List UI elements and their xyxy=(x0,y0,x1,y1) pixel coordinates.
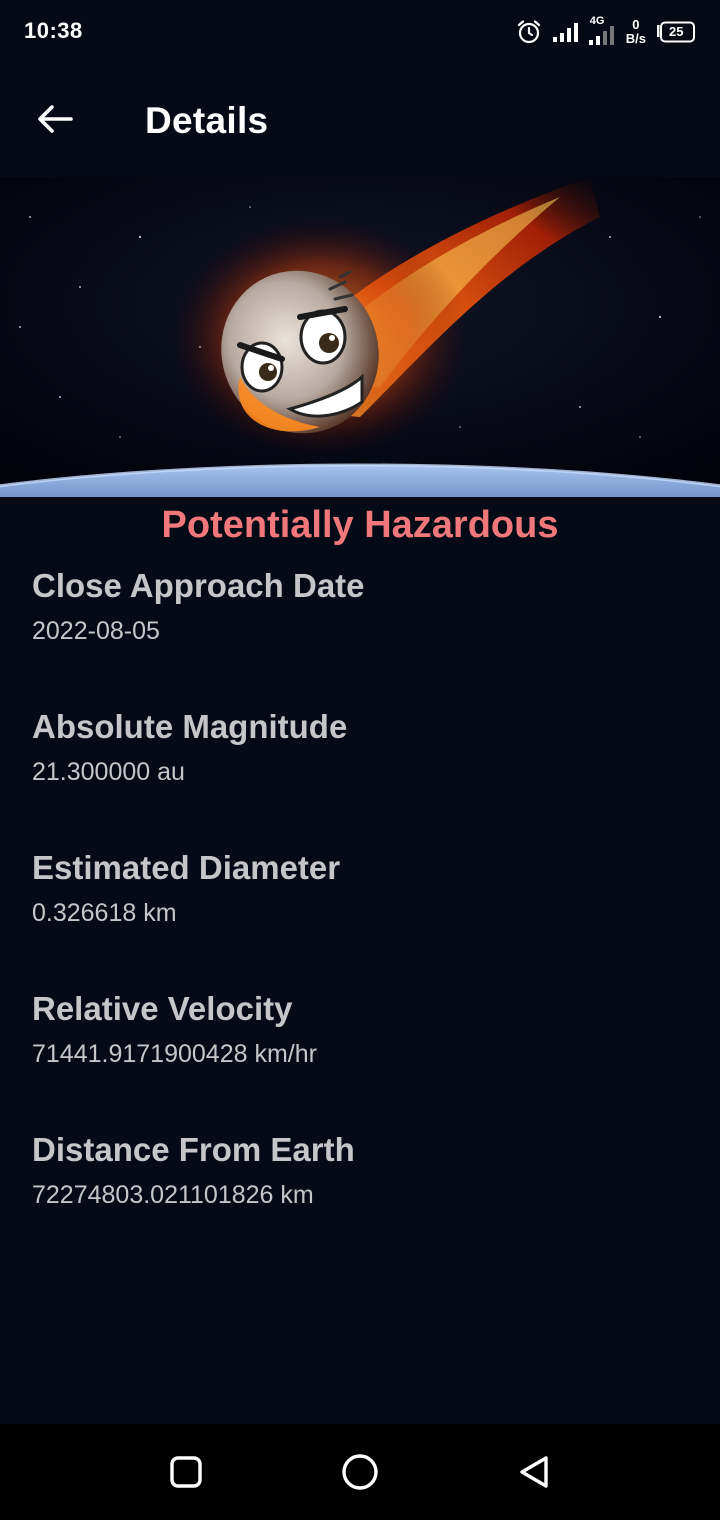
detail-label: Relative Velocity xyxy=(32,990,293,1027)
battery-level: 25 xyxy=(669,24,684,39)
detail-label: Distance From Earth xyxy=(32,1131,355,1168)
detail-label: Absolute Magnitude xyxy=(32,708,348,745)
net-speed-value: 0 xyxy=(632,17,640,32)
details-screen: 10:38 4G 0 B/s 25 Details Potentially Ha… xyxy=(0,0,720,1520)
alarm-icon xyxy=(516,19,542,45)
detail-label: Estimated Diameter xyxy=(32,849,341,886)
system-nav-bar xyxy=(0,1424,720,1520)
status-bar: 10:38 4G 0 B/s 25 xyxy=(0,0,720,66)
back-button[interactable] xyxy=(26,92,84,150)
detail-value: 0.326618 km xyxy=(32,899,177,927)
status-icons: 4G 0 B/s 25 xyxy=(516,14,696,50)
detail-label: Close Approach Date xyxy=(32,567,365,604)
arrow-left-icon xyxy=(37,104,73,139)
detail-absolute-magnitude: Absolute Magnitude 21.300000 au xyxy=(32,707,692,787)
recents-square-icon xyxy=(169,1455,203,1494)
back-triangle-icon xyxy=(517,1454,551,1495)
signal-icon xyxy=(552,21,578,43)
home-circle-icon xyxy=(341,1453,379,1496)
detail-close-approach-date: Close Approach Date 2022-08-05 xyxy=(32,566,692,646)
battery-icon: 25 xyxy=(656,21,696,43)
detail-estimated-diameter: Estimated Diameter 0.326618 km xyxy=(32,848,692,928)
home-button[interactable] xyxy=(334,1448,386,1500)
detail-value: 21.300000 au xyxy=(32,758,185,786)
detail-relative-velocity: Relative Velocity 71441.9171900428 km/hr xyxy=(32,989,692,1069)
recents-button[interactable] xyxy=(160,1448,212,1500)
page-title: Details xyxy=(145,100,269,141)
signal-4g-icon: 4G xyxy=(588,15,616,46)
detail-value: 2022-08-05 xyxy=(32,617,160,645)
hazard-label: Potentially Hazardous xyxy=(161,504,559,546)
status-time: 10:38 xyxy=(24,18,83,43)
detail-distance-from-earth: Distance From Earth 72274803.021101826 k… xyxy=(32,1130,692,1210)
net-speed: 0 B/s xyxy=(626,18,646,46)
net-speed-unit: B/s xyxy=(625,31,646,46)
asteroid-hero-image xyxy=(0,177,720,497)
app-bar: Details xyxy=(0,66,720,176)
detail-value: 72274803.021101826 km xyxy=(32,1181,314,1209)
detail-value: 71441.9171900428 km/hr xyxy=(32,1040,317,1068)
system-back-button[interactable] xyxy=(508,1448,560,1500)
